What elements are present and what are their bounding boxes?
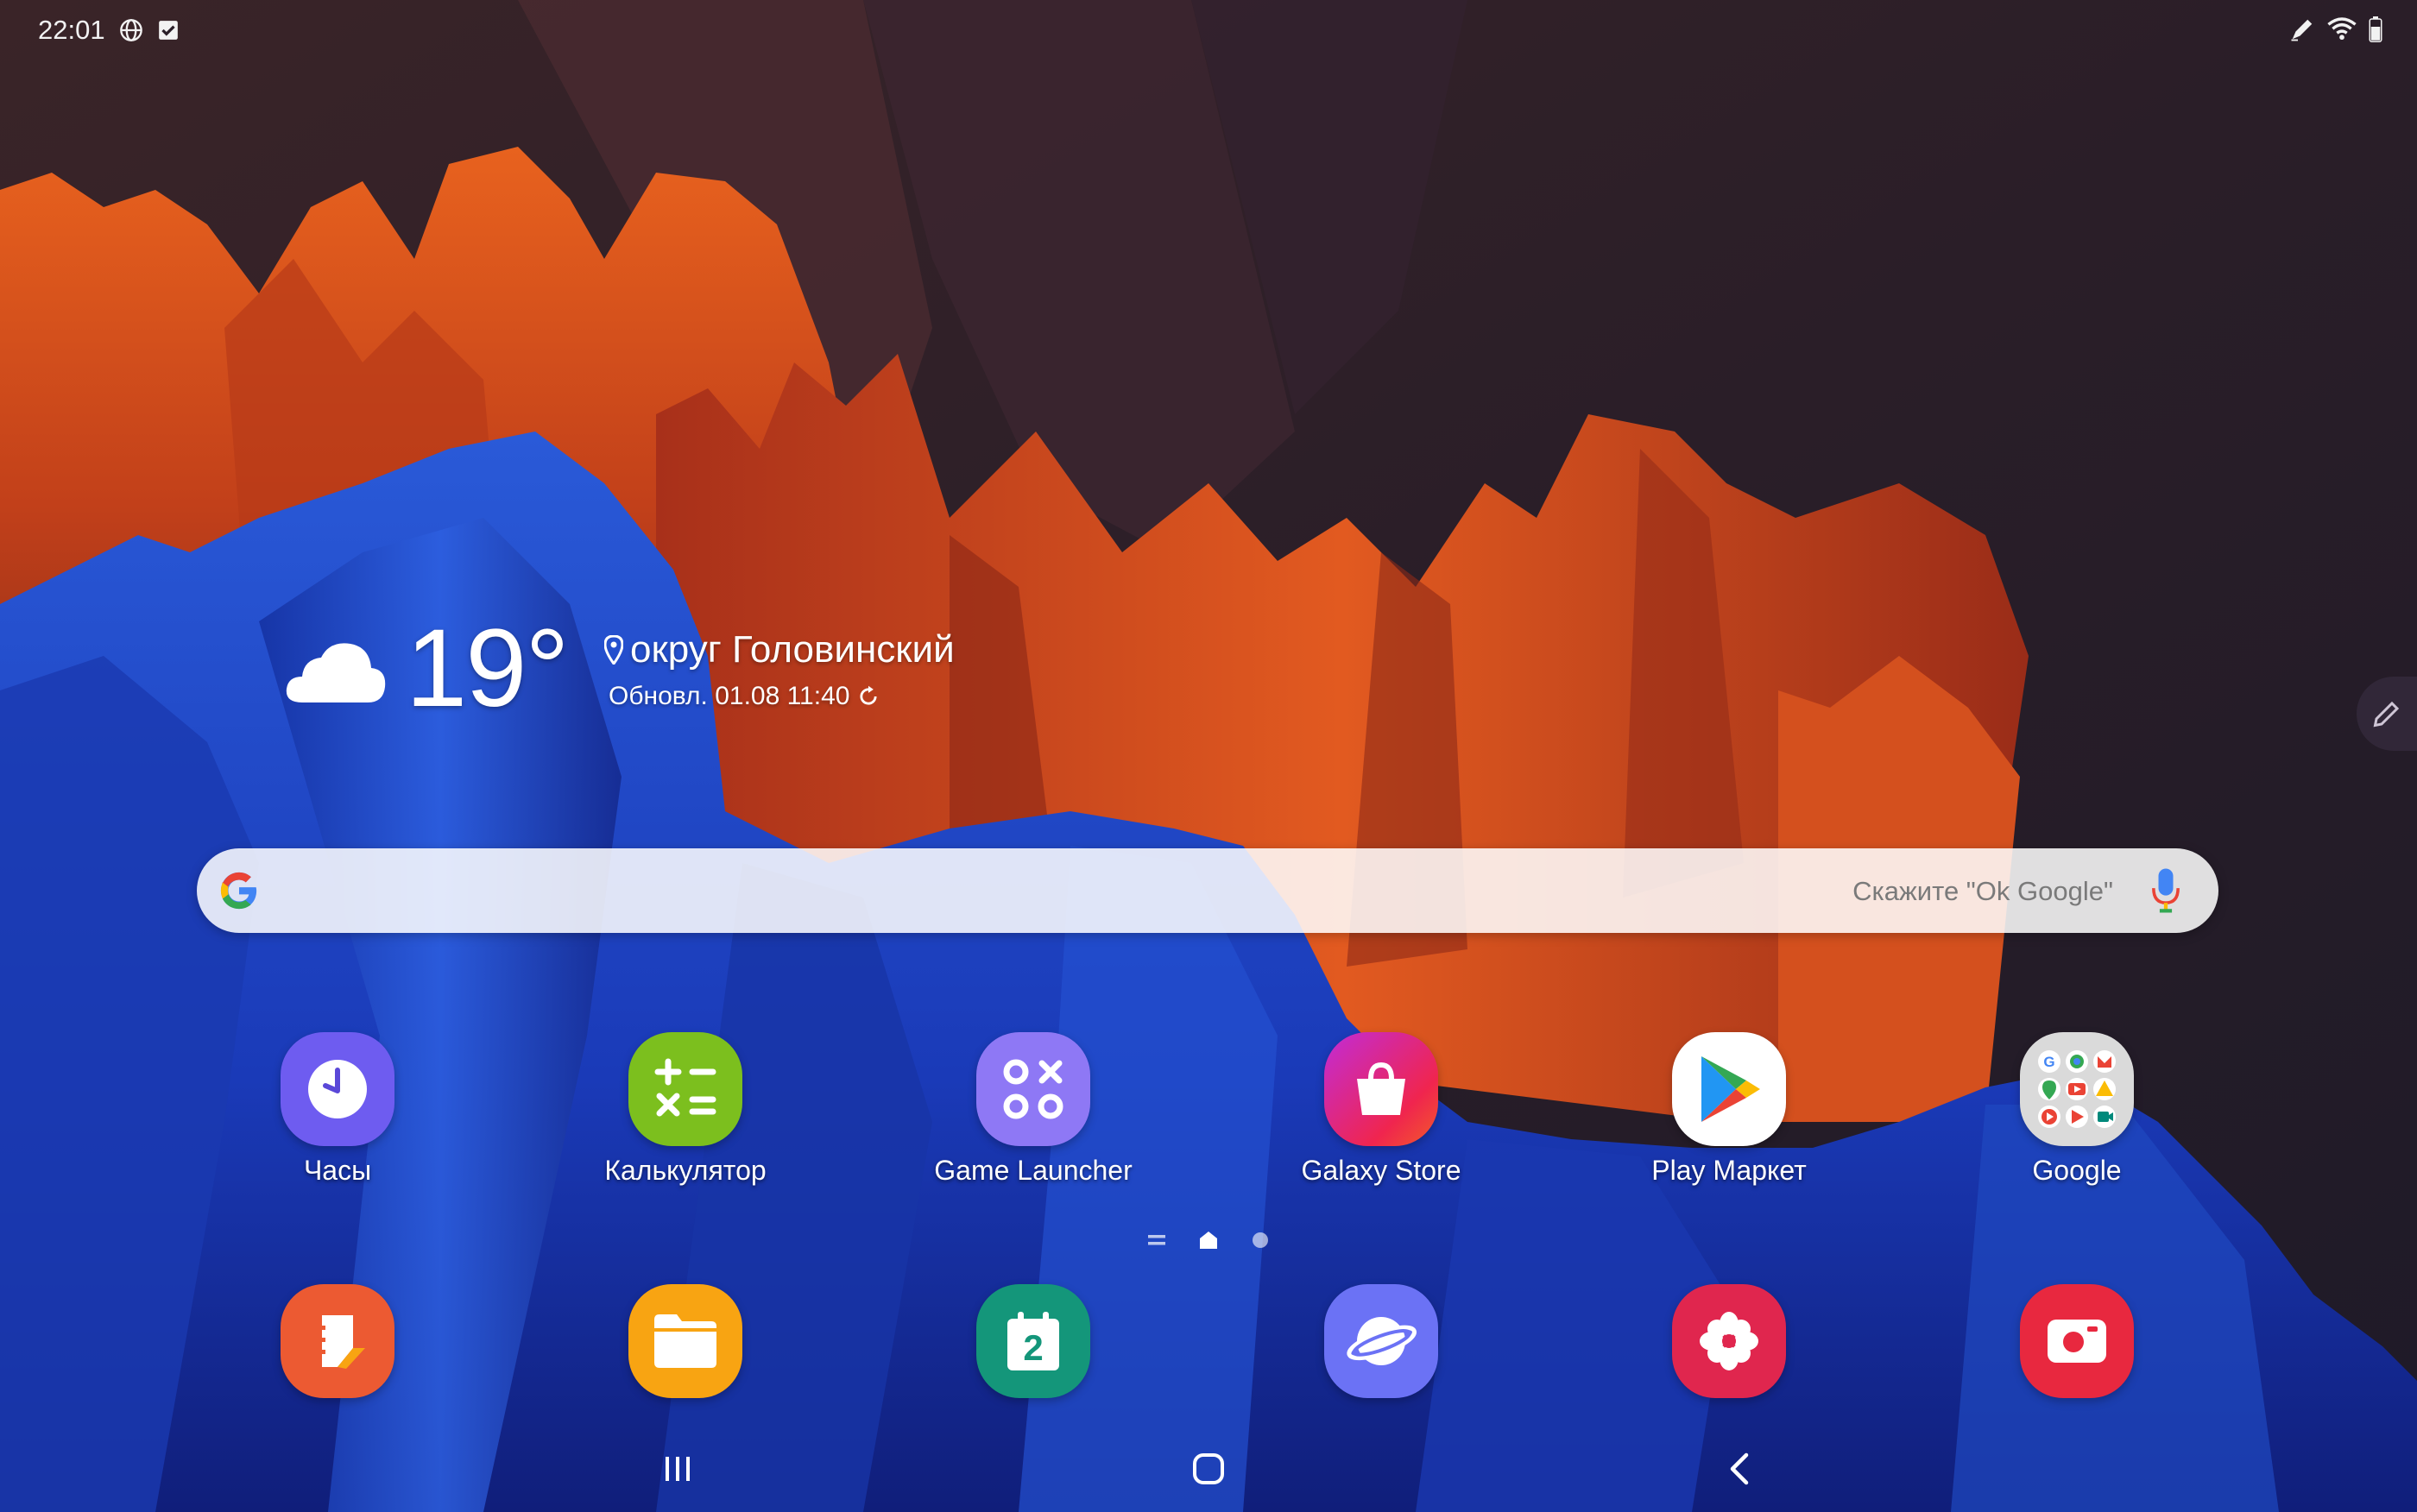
- shopping-bag-icon: [1324, 1032, 1438, 1146]
- back-chevron-icon: [1730, 1452, 1749, 1485]
- screen-recorder-icon: [2020, 1284, 2134, 1398]
- weather-updated-text: Обновл. 01.08 11:40: [609, 682, 850, 710]
- gallery-icon: [1672, 1284, 1786, 1398]
- recent-apps-icon: [666, 1457, 690, 1481]
- cloud-icon: [286, 643, 386, 702]
- page-dot-icon: [1253, 1232, 1268, 1248]
- play-store-icon: [1672, 1032, 1786, 1146]
- app-label: Часы: [303, 1155, 372, 1186]
- app-calculator[interactable]: Калькулятор: [547, 1032, 824, 1187]
- calculator-icon: [628, 1032, 742, 1146]
- battery-icon: [2369, 16, 2382, 42]
- google-search-bar[interactable]: Скажите "Ok Google": [197, 848, 2218, 933]
- menu-page-indicator-icon: [1148, 1235, 1165, 1245]
- weather-updated: Обновл. 01.08 11:40: [609, 682, 880, 711]
- app-label: Play Маркет: [1651, 1155, 1807, 1186]
- mic-icon[interactable]: [2151, 867, 2180, 914]
- weather-widget[interactable]: 19° округ Головинский Обновл. 01.08 11:4…: [285, 604, 1062, 734]
- notification-check-icon: [158, 21, 178, 40]
- weather-location-text: округ Головинский: [630, 628, 955, 671]
- temperature: 19°: [406, 607, 570, 730]
- refresh-icon[interactable]: [856, 684, 880, 709]
- s-pen-icon: [2291, 19, 2313, 41]
- app-galaxy-store[interactable]: Galaxy Store: [1243, 1032, 1519, 1187]
- navigation-bar: [0, 1424, 2417, 1512]
- status-bar-right: [2289, 10, 2382, 48]
- app-google-folder[interactable]: G Google: [1939, 1032, 2215, 1187]
- pencil-icon: [2373, 701, 2400, 728]
- app-label: Калькулятор: [604, 1155, 767, 1186]
- weather-location: округ Головинский: [604, 628, 955, 671]
- app-clock[interactable]: Часы: [199, 1032, 476, 1187]
- home-button[interactable]: [1174, 1443, 1243, 1495]
- app-label: Google: [2032, 1155, 2122, 1186]
- google-folder-icon: G: [2020, 1032, 2134, 1146]
- home-page-indicator-icon: [1200, 1232, 1217, 1249]
- app-calendar[interactable]: 2: [895, 1284, 1171, 1398]
- my-files-icon: [628, 1284, 742, 1398]
- calendar-icon: 2: [976, 1284, 1090, 1398]
- app-game-launcher[interactable]: Game Launcher: [895, 1032, 1171, 1187]
- samsung-notes-icon: [281, 1284, 394, 1398]
- game-launcher-icon: [976, 1032, 1090, 1146]
- clock-icon: [281, 1032, 394, 1146]
- app-play-store[interactable]: Play Маркет: [1591, 1032, 1867, 1187]
- status-bar-left: 22:01: [38, 9, 180, 52]
- globe-icon: [119, 19, 142, 41]
- location-pin-icon: [604, 635, 623, 665]
- samsung-internet-icon: [1324, 1284, 1438, 1398]
- search-hint: Скажите "Ok Google": [1852, 876, 2113, 906]
- svg-text:G: G: [2043, 1054, 2054, 1070]
- app-my-files[interactable]: [547, 1284, 824, 1398]
- app-screen-recorder[interactable]: [1939, 1284, 2215, 1398]
- app-label: Galaxy Store: [1301, 1155, 1461, 1186]
- app-gallery[interactable]: [1591, 1284, 1867, 1398]
- status-time: 22:01: [38, 15, 105, 45]
- back-button[interactable]: [1705, 1443, 1774, 1495]
- home-icon: [1193, 1453, 1224, 1484]
- wifi-icon: [2327, 17, 2357, 41]
- recent-apps-button[interactable]: [643, 1443, 712, 1495]
- app-label: Game Launcher: [934, 1155, 1133, 1186]
- google-g-icon: [220, 872, 257, 910]
- page-indicator[interactable]: [1148, 1229, 1269, 1251]
- calendar-day: 2: [1023, 1327, 1043, 1368]
- app-samsung-internet[interactable]: [1243, 1284, 1519, 1398]
- app-samsung-notes[interactable]: [199, 1284, 476, 1398]
